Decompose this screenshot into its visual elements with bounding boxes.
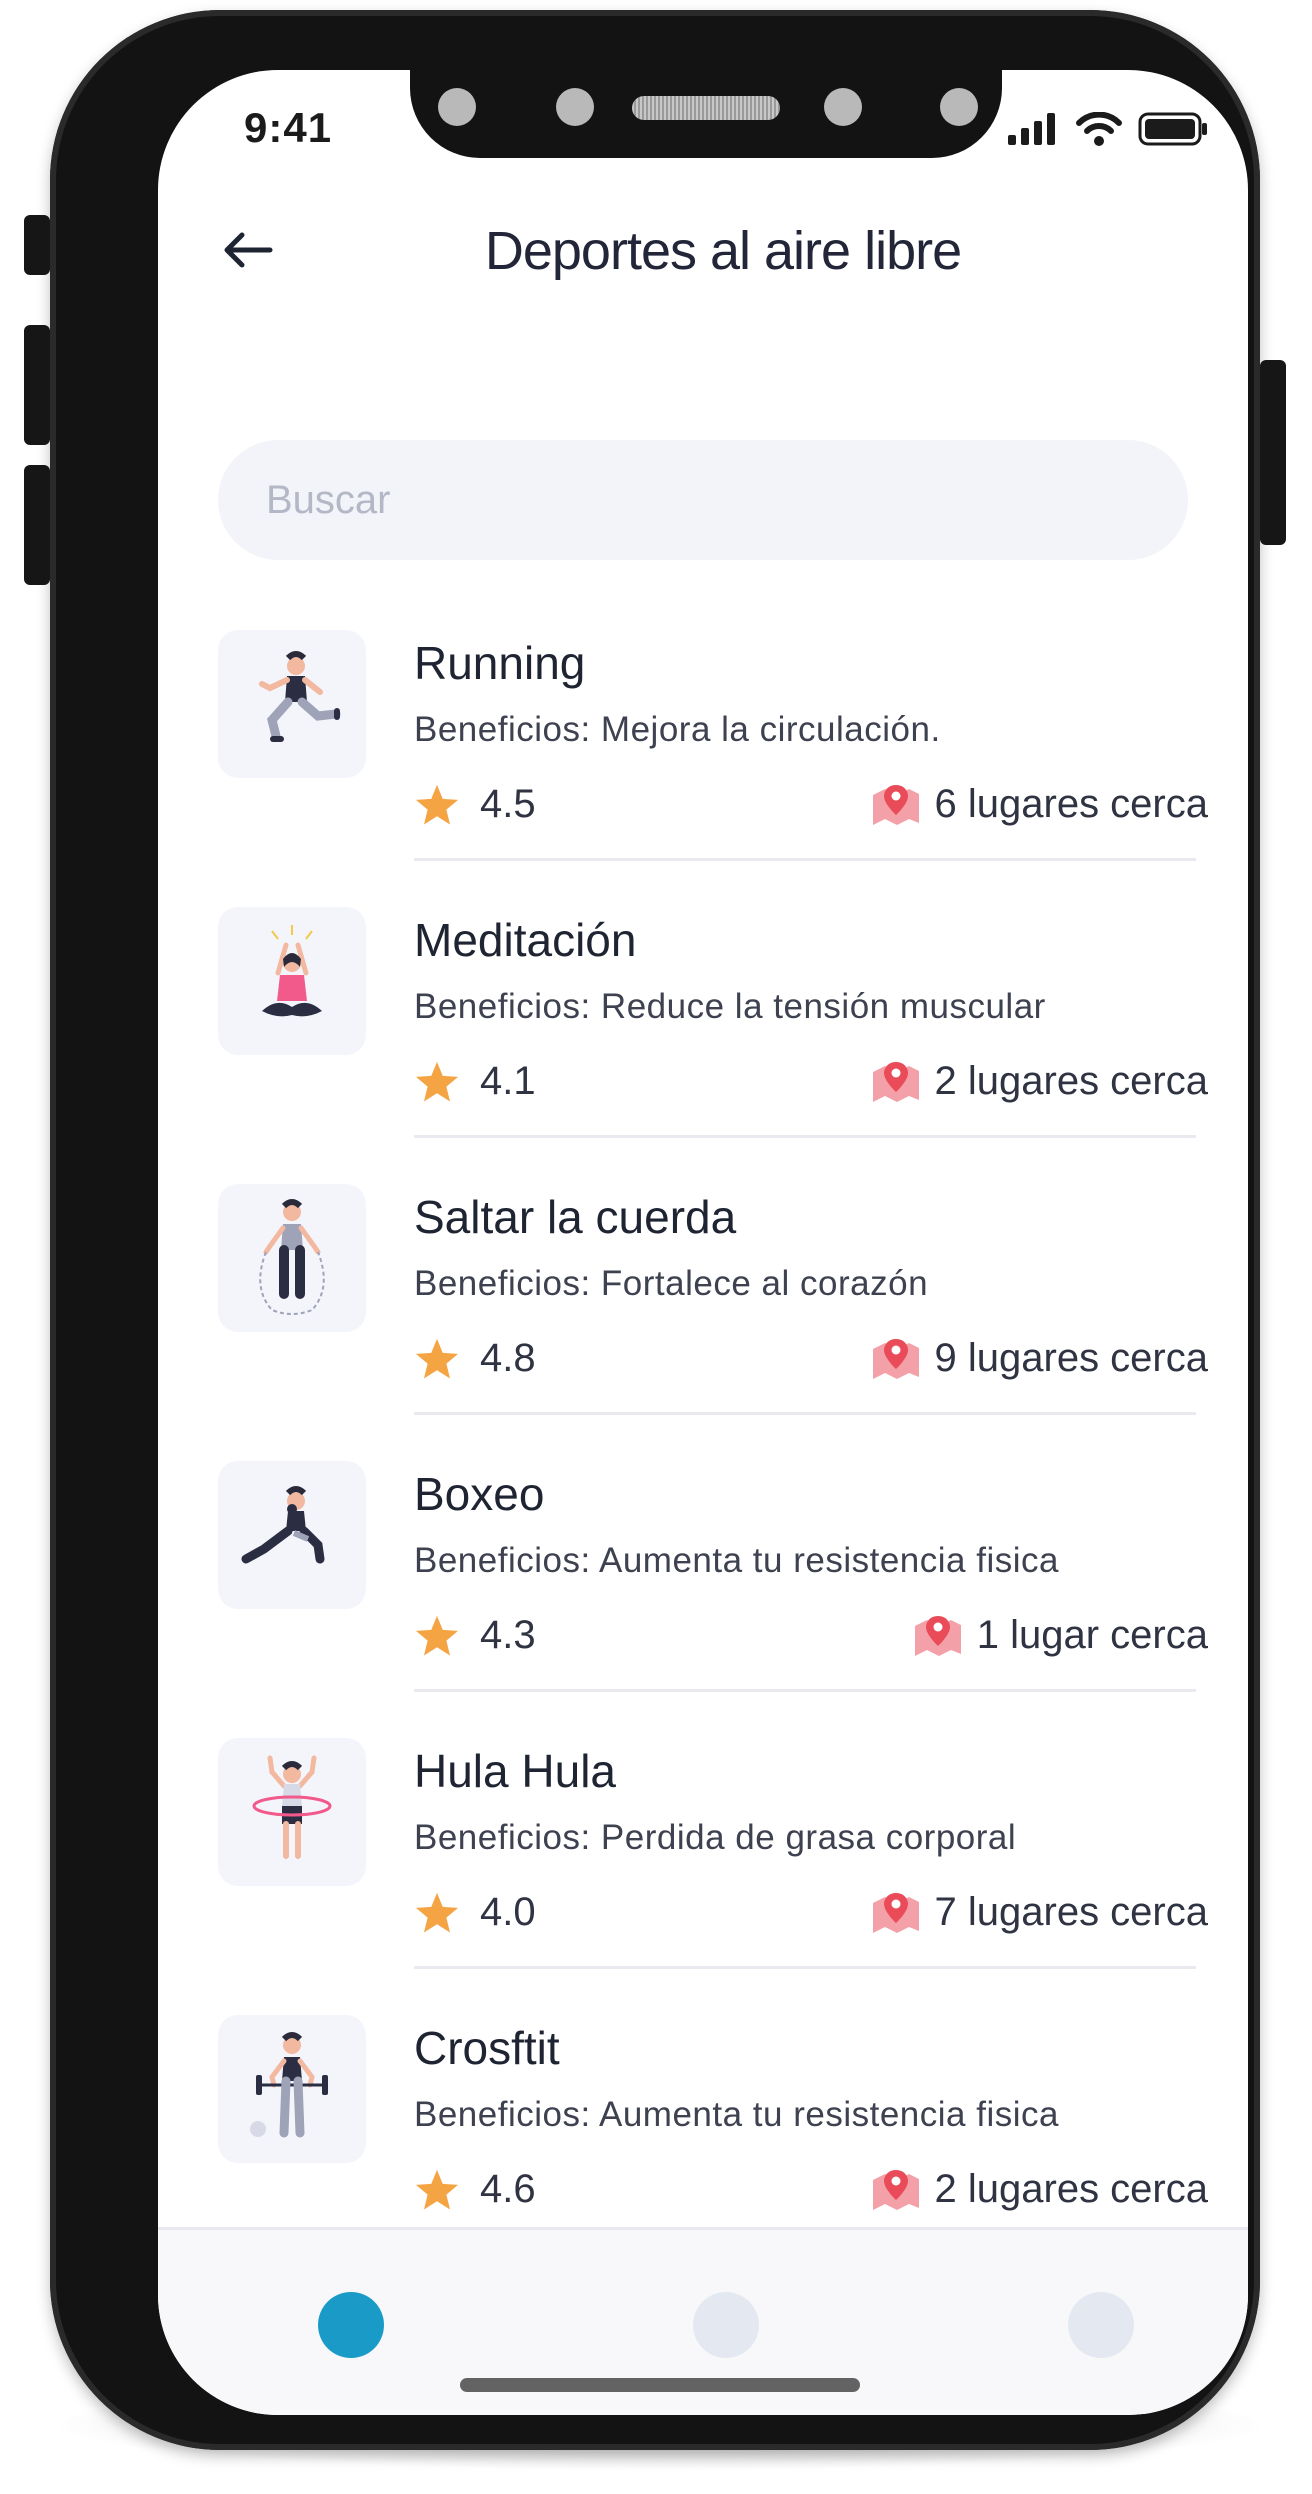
search-input[interactable]: [218, 440, 1188, 560]
sports-list: Running Beneficios: Mejora la circulació…: [218, 630, 1208, 2292]
map-pin-icon: [872, 1338, 919, 1379]
map-pin-icon: [872, 784, 919, 825]
meditation-illustration: [218, 907, 366, 1055]
item-title: Boxeo: [414, 1468, 545, 1520]
nav-tab-3[interactable]: [1068, 2292, 1134, 2358]
item-benefit: Beneficios: Fortalece al corazón: [414, 1264, 929, 1303]
star-icon: [415, 2169, 459, 2210]
phone-frame: 9:41 Deportes al aire libre Buscar Runni…: [24, 10, 1286, 2450]
battery-icon: [1138, 112, 1207, 146]
places-value: 2 lugares cerca: [934, 1059, 1208, 1103]
status-time: 9:41: [244, 104, 333, 151]
divider: [414, 1966, 1196, 1969]
item-places[interactable]: 6 lugares cerca: [871, 782, 1208, 827]
notch: [410, 70, 1002, 158]
hula-hoop-illustration: [218, 1738, 366, 1886]
divider: [414, 1135, 1196, 1138]
item-benefit: Beneficios: Aumenta tu resistencia fisic…: [414, 1541, 1059, 1580]
divider: [414, 1689, 1196, 1692]
item-places[interactable]: 1 lugar cerca: [913, 1613, 1208, 1658]
item-title: Saltar la cuerda: [414, 1191, 737, 1243]
item-places[interactable]: 2 lugares cerca: [871, 1059, 1208, 1104]
rating-value: 4.6: [480, 2167, 536, 2211]
star-icon: [415, 1892, 459, 1933]
item-rating: 4.5: [414, 782, 536, 827]
places-value: 9 lugares cerca: [934, 1336, 1208, 1380]
home-indicator: [460, 2378, 860, 2392]
rating-value: 4.1: [480, 1059, 536, 1103]
map-pin-icon: [872, 2169, 919, 2210]
list-item[interactable]: Hula Hula Beneficios: Perdida de grasa c…: [218, 1738, 1208, 2015]
list-item[interactable]: Running Beneficios: Mejora la circulació…: [218, 630, 1208, 907]
star-icon: [415, 1061, 459, 1102]
places-value: 2 lugares cerca: [934, 2167, 1208, 2211]
nav-tab-1[interactable]: [318, 2292, 384, 2358]
rating-value: 4.3: [480, 1613, 536, 1657]
runner-illustration: [218, 630, 366, 778]
places-value: 7 lugares cerca: [934, 1890, 1208, 1934]
wifi-icon: [1076, 112, 1122, 146]
speaker-grill: [632, 96, 780, 120]
map-pin-icon: [914, 1615, 961, 1656]
item-rating: 4.6: [414, 2167, 536, 2212]
item-title: Meditación: [414, 914, 637, 966]
app-screen: 9:41 Deportes al aire libre Buscar Runni…: [158, 70, 1248, 2415]
star-icon: [415, 1338, 459, 1379]
rating-value: 4.0: [480, 1890, 536, 1934]
item-title: Running: [414, 637, 586, 689]
crossfit-illustration: [218, 2015, 366, 2163]
volume-up-button: [24, 325, 50, 445]
list-item[interactable]: Saltar la cuerda Beneficios: Fortalece a…: [218, 1184, 1208, 1461]
item-benefit: Beneficios: Mejora la circulación.: [414, 710, 941, 749]
item-places[interactable]: 2 lugares cerca: [871, 2167, 1208, 2212]
places-value: 1 lugar cerca: [976, 1613, 1208, 1657]
list-item[interactable]: Meditación Beneficios: Reduce la tensión…: [218, 907, 1208, 1184]
item-benefit: Beneficios: Perdida de grasa corporal: [414, 1818, 1017, 1857]
camera-dot: [940, 88, 978, 126]
map-pin-icon: [872, 1892, 919, 1933]
sensor-dot: [438, 88, 476, 126]
power-button: [1260, 360, 1286, 545]
item-benefit: Beneficios: Aumenta tu resistencia fisic…: [414, 2095, 1059, 2134]
nav-tab-2[interactable]: [693, 2292, 759, 2358]
item-rating: 4.1: [414, 1059, 536, 1104]
item-places[interactable]: 7 lugares cerca: [871, 1890, 1208, 1935]
star-icon: [415, 784, 459, 825]
map-pin-icon: [872, 1061, 919, 1102]
item-benefit: Beneficios: Reduce la tensión muscular: [414, 987, 1046, 1026]
divider: [414, 1412, 1196, 1415]
places-value: 6 lugares cerca: [934, 782, 1208, 826]
volume-down-button: [24, 465, 50, 585]
star-icon: [415, 1615, 459, 1656]
rating-value: 4.8: [480, 1336, 536, 1380]
item-title: Crosftit: [414, 2022, 560, 2074]
mute-switch: [24, 215, 50, 275]
sensor-dot: [824, 88, 862, 126]
status-icons: [1008, 112, 1208, 146]
boxing-illustration: [218, 1461, 366, 1609]
sensor-dot: [556, 88, 594, 126]
signal-icon: [1008, 113, 1055, 145]
item-rating: 4.8: [414, 1336, 536, 1381]
item-rating: 4.0: [414, 1890, 536, 1935]
page-title: Deportes al aire libre: [484, 221, 962, 281]
jump-rope-illustration: [218, 1184, 366, 1332]
item-title: Hula Hula: [414, 1745, 616, 1797]
item-places[interactable]: 9 lugares cerca: [871, 1336, 1208, 1381]
item-rating: 4.3: [414, 1613, 536, 1658]
list-item[interactable]: Boxeo Beneficios: Aumenta tu resistencia…: [218, 1461, 1208, 1738]
divider: [414, 858, 1196, 861]
rating-value: 4.5: [480, 782, 536, 826]
